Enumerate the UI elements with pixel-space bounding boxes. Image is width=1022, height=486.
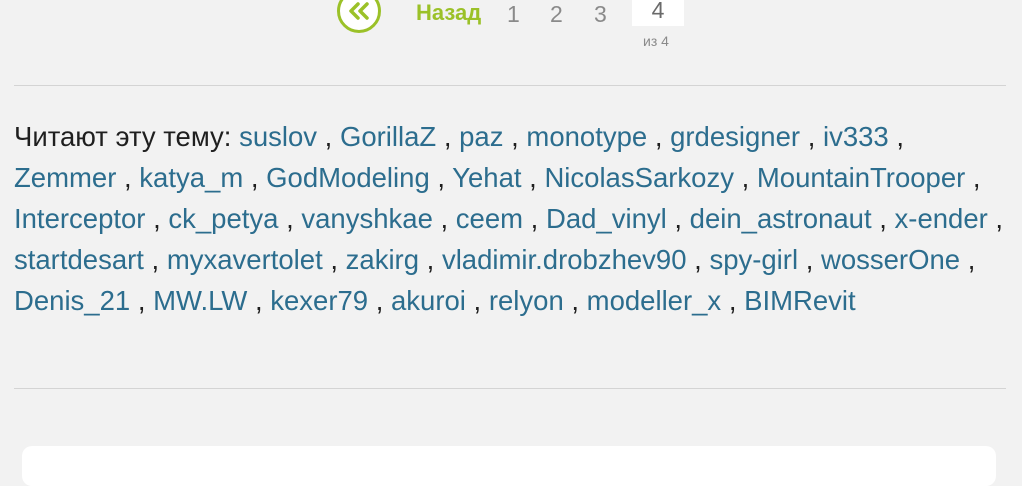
page-3-link[interactable]: 3	[594, 1, 607, 28]
reader-user-link[interactable]: kexer79	[270, 285, 368, 316]
reader-user-link[interactable]: akuroi	[391, 285, 466, 316]
reader-user-link[interactable]: relyon	[489, 285, 564, 316]
reader-user-link[interactable]: suslov	[239, 121, 317, 152]
reader-user-link[interactable]: Interceptor	[14, 203, 145, 234]
reader-user-link[interactable]: vanyshkae	[301, 203, 432, 234]
reader-user-link[interactable]: vladimir.drobzhev90	[442, 244, 687, 275]
reader-user-link[interactable]: startdesart	[14, 244, 144, 275]
reader-user-link[interactable]: zakirg	[346, 244, 419, 275]
page-1-link[interactable]: 1	[507, 1, 520, 28]
reader-user-link[interactable]: x-ender	[895, 203, 988, 234]
page-2-link[interactable]: 2	[550, 1, 563, 28]
reader-user-link[interactable]: wosserOne	[821, 244, 960, 275]
back-link[interactable]: Назад	[416, 0, 481, 26]
reader-user-link[interactable]: Dad_vinyl	[546, 203, 667, 234]
reader-user-link[interactable]: Denis_21	[14, 285, 130, 316]
top-divider	[14, 85, 1006, 86]
reader-user-link[interactable]: MW.LW	[153, 285, 247, 316]
reader-user-link[interactable]: spy-girl	[709, 244, 798, 275]
bottom-divider	[14, 388, 1006, 389]
readers-list: Читают эту тему: suslov , GorillaZ , paz…	[14, 121, 1004, 316]
reader-user-link[interactable]: Yehat	[452, 162, 521, 193]
reader-user-link[interactable]: grdesigner	[670, 121, 800, 152]
reader-user-link[interactable]: iv333	[823, 121, 889, 152]
reader-user-link[interactable]: monotype	[526, 121, 647, 152]
back-double-chevron-button[interactable]	[337, 0, 381, 33]
reader-user-link[interactable]: ceem	[456, 203, 523, 234]
reader-user-link[interactable]: myxavertolet	[167, 244, 323, 275]
reader-user-link[interactable]: dein_astronaut	[690, 203, 872, 234]
reader-user-link[interactable]: NicolasSarkozy	[544, 162, 734, 193]
page-count: из 4	[643, 33, 669, 49]
reader-user-link[interactable]: katya_m	[139, 162, 243, 193]
reader-user-link[interactable]: Zemmer	[14, 162, 116, 193]
reader-user-link[interactable]: MountainTrooper	[757, 162, 965, 193]
double-chevron-left-icon	[349, 2, 369, 20]
reader-user-link[interactable]: paz	[459, 121, 503, 152]
content-card	[22, 446, 996, 486]
pagination: Назад 1 2 3 4 из 4	[0, 0, 1022, 70]
reader-user-link[interactable]: GorillaZ	[340, 121, 436, 152]
reader-user-link[interactable]: modeller_x	[587, 285, 722, 316]
readers-label: Читают эту тему:	[14, 121, 232, 152]
current-page: 4	[632, 0, 684, 26]
reader-user-link[interactable]: BIMRevit	[744, 285, 856, 316]
reader-user-link[interactable]: GodModeling	[266, 162, 430, 193]
reader-user-link[interactable]: ck_petya	[168, 203, 278, 234]
